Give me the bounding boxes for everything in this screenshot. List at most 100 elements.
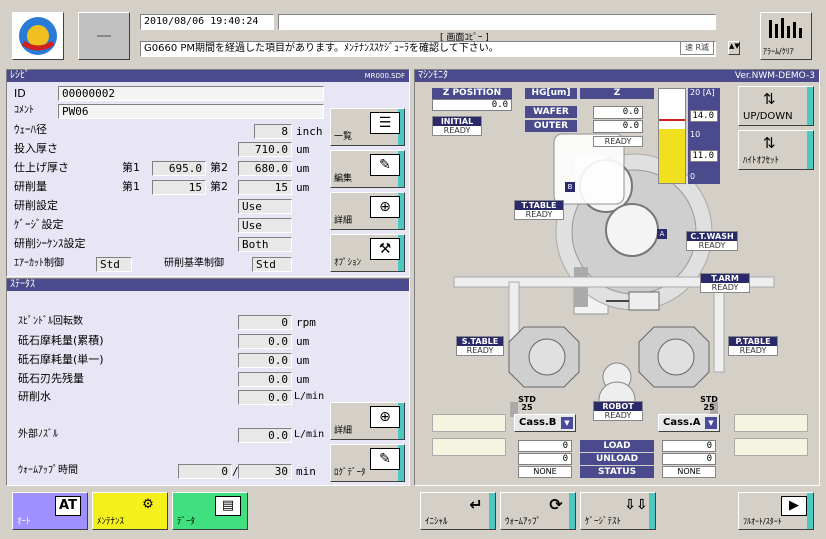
wafer-dia-field[interactable]: 8 xyxy=(254,124,292,139)
speed-stepper[interactable]: ▲▼ xyxy=(728,41,740,55)
zpos-label: Z POSITION xyxy=(432,88,512,99)
cass-b-label: Cass.B xyxy=(519,417,557,428)
t-arm-label: T.ARM xyxy=(701,274,749,283)
tip-remain-label: 砥石刃先残量 xyxy=(18,372,84,385)
warmup-total-field[interactable]: 30 xyxy=(238,464,292,479)
comment-label: ｺﾒﾝﾄ xyxy=(14,105,34,116)
side-box-right-2 xyxy=(734,438,808,456)
maintenance-label: ﾒﾝﾃﾅﾝｽ xyxy=(97,517,125,527)
auto-icon: AT xyxy=(55,496,81,516)
initial-label-btn: ｲﾆｼｬﾙ xyxy=(425,517,448,527)
sequence-field[interactable]: Both xyxy=(238,237,292,252)
grind-first-field[interactable]: 15 xyxy=(152,180,206,195)
finish-unit: um xyxy=(296,162,310,175)
log-icon: ✎ xyxy=(370,448,400,470)
log-data-label: ﾛｸﾞﾃﾞｰﾀ xyxy=(334,468,366,478)
finish-second-field[interactable]: 680.0 xyxy=(238,161,292,176)
cass-b-select[interactable]: Cass.B ▼ xyxy=(514,414,576,432)
aircut-field[interactable]: Std xyxy=(96,257,132,272)
input-thick-field[interactable]: 710.0 xyxy=(238,142,292,157)
edit-button-label: 編集 xyxy=(334,174,353,184)
option-button-label: ｵﾌﾟｼｮﾝ xyxy=(334,258,362,268)
chevron-down-icon: ▼ xyxy=(705,417,717,429)
gauge-setting-field[interactable]: Use xyxy=(238,218,292,233)
speed-box[interactable]: 速 R滅 xyxy=(680,41,714,55)
status-detail-label: 詳細 xyxy=(334,426,353,436)
grind-setting-field[interactable]: Use xyxy=(238,199,292,214)
up-down-label: UP/DOWN xyxy=(743,111,793,122)
cass-a-load: 0 xyxy=(662,440,716,452)
list-button[interactable]: ☰ 一覧 xyxy=(330,108,405,146)
gear-icon: ⚙ xyxy=(135,496,161,516)
height-offset-icon: ⇅ xyxy=(763,134,776,152)
gauge-icon: ⇩⇩ xyxy=(624,497,648,513)
warmup-button[interactable]: ⟳ ｳｫｰﾑｱｯﾌﾟ xyxy=(500,492,576,530)
data-tab[interactable]: ▤ ﾃﾞｰﾀ xyxy=(172,492,248,530)
edit-button[interactable]: ✎ 編集 xyxy=(330,150,405,188)
initial-button[interactable]: ↵ ｲﾆｼｬﾙ xyxy=(420,492,496,530)
auto-tab[interactable]: AT ｵｰﾄ xyxy=(12,492,88,530)
hg-label: HG[um] xyxy=(525,88,577,99)
magnifier-icon: ⊕ xyxy=(370,406,400,428)
ext-nozzle-label: 外部ﾉｽﾞﾙ xyxy=(18,429,58,440)
side-box-right-1 xyxy=(734,414,808,432)
hg-ready: READY xyxy=(604,137,632,146)
grind-first-label: 第1 xyxy=(122,180,140,193)
gauge-test-button[interactable]: ⇩⇩ ｹﾞｰｼﾞﾃｽﾄ xyxy=(580,492,656,530)
z-label: Z xyxy=(580,88,654,99)
p-table-ready: READY xyxy=(739,346,767,355)
cass-a-unload: 0 xyxy=(662,453,716,465)
ext-nozzle-field: 0.0 xyxy=(238,428,292,443)
gauge-setting-label: ｹﾞｰｼﾞ設定 xyxy=(14,218,64,231)
height-offset-button[interactable]: ⇅ ﾊｲﾄｵﾌｾｯﾄ xyxy=(738,130,814,170)
wafer-value: 0.0 xyxy=(593,106,643,119)
list-button-label: 一覧 xyxy=(334,132,353,142)
status-strip xyxy=(278,14,716,30)
data-label: ﾃﾞｰﾀ xyxy=(177,517,196,527)
input-thick-label: 投入厚さ xyxy=(14,142,58,155)
cass-b-status: NONE xyxy=(518,466,572,478)
warmup-elapsed-field: 0 xyxy=(178,464,232,479)
tip-remain-field: 0.0 xyxy=(238,372,292,387)
machine-title: ﾏｼﾝﾓﾆﾀ xyxy=(418,70,448,81)
std-a-label: STD 25 xyxy=(700,395,718,412)
datetime-display: 2010/08/06 19:40:24 xyxy=(140,14,274,30)
input-thick-unit: um xyxy=(296,143,310,156)
maintenance-tab[interactable]: ⚙ ﾒﾝﾃﾅﾝｽ xyxy=(92,492,168,530)
id-field[interactable]: 00000002 xyxy=(58,86,324,101)
up-down-button[interactable]: ⇅ UP/DOWN xyxy=(738,86,814,126)
log-data-button[interactable]: ✎ ﾛｸﾞﾃﾞｰﾀ xyxy=(330,444,405,482)
chevron-down-icon: ▼ xyxy=(561,417,573,429)
spindle-field: 0 xyxy=(238,315,292,330)
std-b-label: STD 25 xyxy=(518,395,536,412)
message-bar: G0660 PM期間を経過した項目があります。ﾒﾝﾃﾅﾝｽｽｹｼﾞｭｰﾗを確認し… xyxy=(140,41,716,57)
recipe-title: ﾚｼﾋﾟ xyxy=(10,70,30,81)
full-auto-start-button[interactable]: ▶ ﾌﾙｵｰﾄ/ｽﾀｰﾄ xyxy=(738,492,814,530)
finish-thick-label: 仕上げ厚さ xyxy=(14,161,69,174)
alarm-clear-button[interactable]: ｱﾗｰﾑ/ｸﾘｱ xyxy=(760,12,812,60)
recipe-detail-button[interactable]: ⊕ 詳細 xyxy=(330,192,405,230)
wear-total-label: 砥石摩耗量(累積) xyxy=(18,334,104,347)
blank-button[interactable] xyxy=(78,12,130,60)
up-down-icon: ⇅ xyxy=(763,90,776,108)
finish-second-label: 第2 xyxy=(210,161,228,174)
grind-setting-label: 研削設定 xyxy=(14,199,58,212)
status-detail-button[interactable]: ⊕ 詳細 xyxy=(330,402,405,440)
comment-field[interactable]: PW06 xyxy=(58,104,324,119)
t-arm-status: T.ARM READY xyxy=(700,273,750,293)
grind-second-field[interactable]: 15 xyxy=(238,180,292,195)
grind-ref-field[interactable]: Std xyxy=(252,257,292,272)
grind-water-unit: L/min xyxy=(294,391,325,402)
wear-single-unit: um xyxy=(296,354,310,367)
finish-first-field[interactable]: 695.0 xyxy=(152,161,206,176)
wear-total-field: 0.0 xyxy=(238,334,292,349)
cass-a-select[interactable]: Cass.A ▼ xyxy=(658,414,720,432)
t-table-label: T.TABLE xyxy=(515,201,563,210)
status-label: STATUS xyxy=(580,466,654,478)
gauge-test-label: ｹﾞｰｼﾞﾃｽﾄ xyxy=(585,517,622,527)
warmup-label-btn: ｳｫｰﾑｱｯﾌﾟ xyxy=(505,517,542,527)
option-button[interactable]: ⚒ ｵﾌﾟｼｮﾝ xyxy=(330,234,405,272)
unload-label: UNLOAD xyxy=(580,453,654,465)
s-table-label: S.TABLE xyxy=(457,337,503,346)
s-table-ready: READY xyxy=(466,346,494,355)
